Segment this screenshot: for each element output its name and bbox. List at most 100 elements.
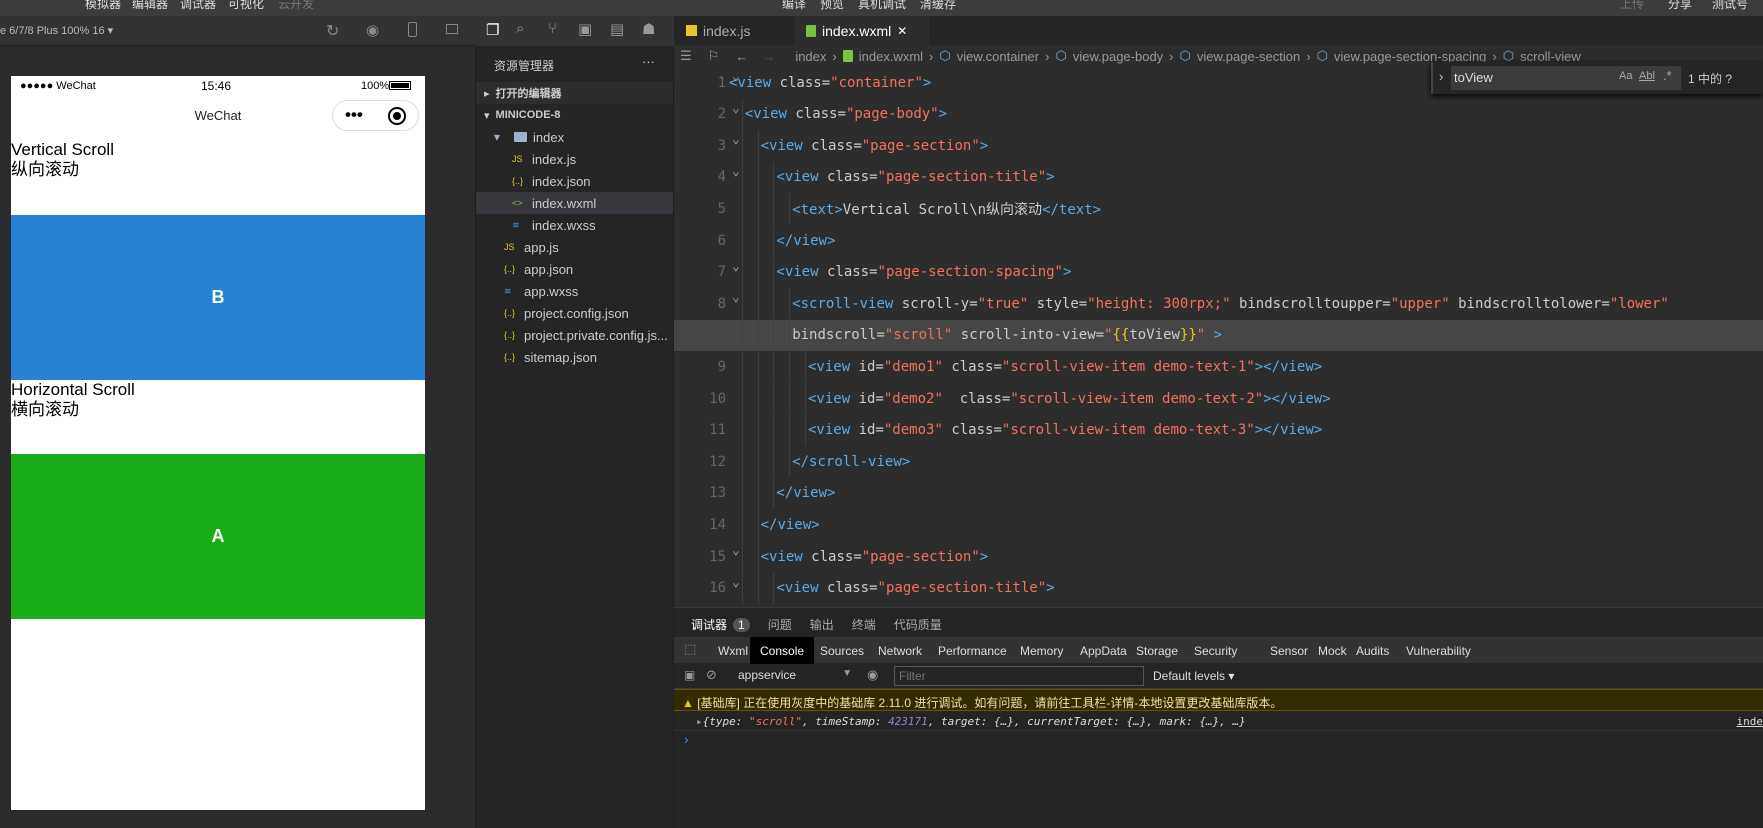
match-word-toggle[interactable]: Abl [1639, 70, 1655, 82]
regex-toggle[interactable]: .* [1663, 68, 1672, 83]
json-file-icon: {..} [504, 330, 516, 340]
match-case-toggle[interactable]: Aa [1619, 70, 1632, 82]
project-header[interactable]: ▾ MINICODE-8 [476, 104, 673, 126]
list-icon[interactable]: ☰ [680, 48, 692, 64]
devtools-tab-performance[interactable]: Performance [928, 637, 1017, 664]
tab-index-wxml[interactable]: index.wxml ✕ [794, 16, 929, 45]
breadcrumb-item[interactable]: view.page-section [1197, 49, 1300, 64]
inspect-element-icon[interactable]: ⬚ [684, 641, 696, 657]
section-title-horizontal: Horizontal Scroll 横向滚动 [11, 380, 135, 420]
menu-cloud[interactable]: 云开发 [278, 0, 314, 12]
real-device-debug-button[interactable]: 真机调试 [858, 0, 906, 12]
fold-chevron-icon[interactable]: ⌄ [732, 575, 740, 590]
devtools-tab-network[interactable]: Network [868, 637, 932, 664]
code-token: class= [826, 264, 878, 281]
fold-chevron-icon[interactable]: ⌄ [732, 164, 740, 179]
context-select[interactable]: appservice ▼ [732, 666, 856, 686]
console-filter-input[interactable] [894, 666, 1144, 686]
tree-item[interactable]: ≋ index.wxss [476, 214, 673, 236]
indent-guide [741, 383, 743, 414]
detach-window-icon[interactable] [446, 24, 458, 34]
scroll-item-a[interactable]: A [11, 454, 425, 619]
breadcrumb-item[interactable]: view.container [957, 49, 1039, 64]
code-text: <view class="page-section"> [761, 138, 989, 154]
explorer-title: 资源管理器 [494, 59, 555, 73]
compile-button[interactable]: 编译 [782, 0, 806, 12]
js-file-icon [686, 25, 697, 36]
scroll-item-b[interactable]: B [11, 215, 425, 380]
menu-editor[interactable]: 编辑器 [132, 0, 168, 12]
tab-index-js[interactable]: index.js [674, 16, 790, 45]
menu-debugger[interactable]: 调试器 [180, 0, 216, 12]
tree-item[interactable]: JS index.js [476, 148, 673, 170]
devtools-tab-audits[interactable]: Audits [1346, 637, 1399, 664]
upload-button[interactable]: 上传 [1620, 0, 1644, 12]
search-icon[interactable]: ⌕ [516, 20, 524, 37]
log-source-link[interactable]: inde [1737, 715, 1763, 728]
forward-icon[interactable]: → [762, 49, 775, 64]
back-icon[interactable]: ← [735, 49, 748, 64]
more-actions-button[interactable]: ··· [642, 54, 655, 69]
tree-item[interactable]: <> index.wxml [476, 192, 673, 214]
files-icon[interactable]: ❐ [486, 21, 499, 39]
source-control-icon[interactable]: ⑂ [548, 20, 557, 37]
fold-chevron-icon[interactable]: ⌄ [732, 259, 740, 274]
fold-chevron-icon[interactable]: ⌄ [732, 543, 740, 558]
close-miniprogram-button[interactable] [388, 107, 406, 125]
indent-guide [757, 161, 759, 193]
more-button[interactable]: ••• [345, 105, 363, 125]
toggle-replace-icon[interactable]: › [1439, 69, 1443, 84]
console-log-entry[interactable]: ▸{type: "scroll", timeStamp: 423171, tar… [674, 711, 1763, 731]
file-name: sitemap.json [524, 349, 597, 365]
breadcrumb-item[interactable]: index [795, 49, 826, 64]
preview-button[interactable]: 预览 [820, 0, 844, 12]
docker-icon[interactable]: ☗ [642, 20, 655, 38]
refresh-icon[interactable]: ↻ [326, 21, 339, 41]
devtools-tab-security[interactable]: Security [1184, 637, 1247, 664]
tree-item[interactable]: {..} app.json [476, 258, 673, 280]
open-editors-header[interactable]: ▸ 打开的编辑器 [476, 82, 673, 104]
tree-item[interactable]: {..} sitemap.json [476, 346, 673, 368]
tree-item[interactable]: {..} project.private.config.js... [476, 324, 673, 346]
fold-chevron-icon[interactable]: ⌄ [732, 290, 740, 305]
tree-item[interactable]: ≋ app.wxss [476, 280, 673, 302]
console-prompt[interactable]: › [684, 731, 689, 747]
line-number: 13 [709, 485, 726, 502]
file-name: app.js [524, 239, 559, 255]
share-button[interactable]: 分享 [1668, 0, 1692, 12]
phone-icon[interactable] [408, 22, 417, 37]
fold-chevron-icon[interactable]: ⌄ [732, 101, 740, 116]
menu-visual[interactable]: 可视化 [228, 0, 264, 12]
clear-cache-button[interactable]: 清缓存 [920, 0, 956, 12]
eye-icon[interactable]: ◉ [867, 667, 878, 683]
code-token: </view> [760, 516, 820, 533]
devtools-tab-sources[interactable]: Sources [810, 637, 874, 664]
device-select[interactable]: e 6/7/8 Plus 100% 16 ▾ [0, 24, 113, 37]
devtools-tab-vulnerability[interactable]: Vulnerability [1396, 637, 1481, 664]
indent-guide [757, 256, 759, 288]
find-input[interactable]: toView Aa Abl .* [1451, 66, 1681, 90]
record-icon[interactable]: ◉ [366, 21, 379, 39]
tree-item[interactable]: ▾ index [476, 126, 673, 148]
devtools-tab-storage[interactable]: Storage [1126, 637, 1188, 664]
clear-console-icon[interactable]: ⊘ [706, 667, 717, 683]
test-account-button[interactable]: 测试号 [1712, 0, 1748, 12]
breadcrumb-item[interactable]: view.page-body [1073, 49, 1163, 64]
menu-simulator[interactable]: 模拟器 [85, 0, 121, 12]
fold-chevron-icon[interactable]: ⌄ [732, 132, 740, 147]
tree-item[interactable]: {..} project.config.json [476, 302, 673, 324]
tree-item[interactable]: {..} index.json [476, 170, 673, 192]
devtools-tab-console[interactable]: Console [750, 637, 815, 664]
tree-item[interactable]: JS app.js [476, 236, 673, 258]
devtools-tab-memory[interactable]: Memory [1010, 637, 1073, 664]
bookmark-icon[interactable]: ⚐ [708, 48, 720, 64]
extensions-icon[interactable]: ▣ [578, 20, 592, 38]
code-area[interactable]: 1 ⌄ <view class="container"> 2 ⌄ <view class=… [674, 67, 1763, 607]
layout-icon[interactable]: ▤ [610, 20, 624, 38]
line-number: 9 [717, 358, 726, 375]
log-levels-select[interactable]: Default levels ▾ [1153, 669, 1234, 683]
expand-icon[interactable]: ▸ [696, 715, 703, 728]
breadcrumb-item[interactable]: index.wxml [859, 49, 923, 64]
sidebar-toggle-icon[interactable]: ▣ [684, 668, 695, 682]
close-tab-icon[interactable]: ✕ [897, 24, 907, 38]
